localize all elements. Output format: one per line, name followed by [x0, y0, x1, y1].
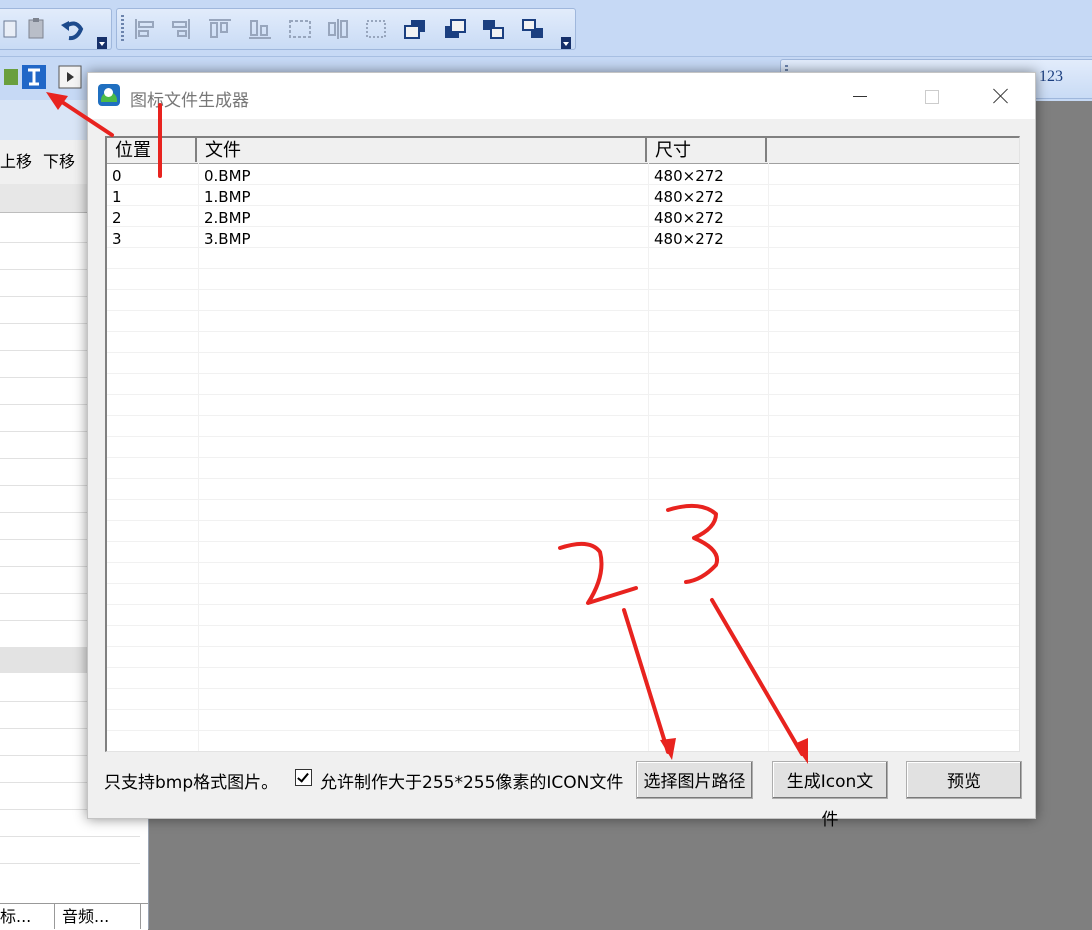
cell-position: 0: [112, 167, 122, 185]
cell-file: 1.BMP: [204, 188, 251, 206]
row-divider: [107, 310, 1019, 311]
list-row-divider: [0, 836, 140, 837]
row-divider: [107, 373, 1019, 374]
align-left-icon[interactable]: [133, 17, 159, 41]
align-bottom-icon[interactable]: [247, 17, 273, 41]
toolbar-row-1: [0, 0, 1092, 56]
file-list-view[interactable]: 位置 文件 尺寸 0 0.BMP 480×272 1 1.BMP 480×272…: [105, 136, 1020, 752]
allow-large-icon-checkbox[interactable]: [295, 769, 312, 786]
list-row-divider: [0, 863, 140, 864]
cell-size: 480×272: [654, 188, 724, 206]
row-divider: [107, 478, 1019, 479]
dialog-title: 图标文件生成器: [130, 91, 249, 111]
center-horizontal-icon[interactable]: [287, 17, 313, 41]
toolbar-group-edit: [0, 8, 112, 50]
column-header-file[interactable]: 文件: [197, 138, 647, 162]
bring-to-front-icon[interactable]: [403, 17, 429, 41]
toolbar-overflow-icon[interactable]: [561, 37, 571, 49]
cell-position: 3: [112, 230, 122, 248]
toolbar-group-align: [116, 8, 576, 50]
cell-file: 3.BMP: [204, 230, 251, 248]
cell-size: 480×272: [654, 209, 724, 227]
clipboard-icon[interactable]: [1, 17, 27, 41]
play-icon[interactable]: [58, 65, 84, 89]
tab-audio[interactable]: 音频...: [62, 904, 141, 929]
grid-icon[interactable]: [2, 65, 20, 89]
row-divider: [107, 520, 1019, 521]
dialog-titlebar[interactable]: 图标文件生成器: [88, 73, 1035, 119]
generate-icon-file-button[interactable]: 生成Icon文件: [772, 761, 888, 830]
row-divider: [107, 268, 1019, 269]
row-divider: [107, 646, 1019, 647]
row-divider: [107, 667, 1019, 668]
row-divider: [107, 457, 1019, 458]
maximize-icon[interactable]: [897, 73, 965, 119]
row-divider: [107, 583, 1019, 584]
paste-icon[interactable]: [25, 17, 51, 41]
tab-icon-list[interactable]: 标...: [0, 904, 55, 929]
row-divider: [107, 604, 1019, 605]
row-divider: [107, 436, 1019, 437]
row-divider: [107, 289, 1019, 290]
toolbar-123-label[interactable]: 123: [1039, 68, 1063, 86]
center-vertical-icon[interactable]: [325, 17, 351, 41]
text-tool-icon[interactable]: [22, 65, 48, 89]
row-divider: [107, 499, 1019, 500]
row-divider: [107, 709, 1019, 710]
row-divider: [107, 352, 1019, 353]
move-up-button[interactable]: 上移: [0, 148, 32, 172]
preview-button[interactable]: 预览: [906, 761, 1022, 799]
table-row[interactable]: 0 0.BMP 480×272: [107, 165, 1019, 186]
toolbar-overflow-icon[interactable]: [97, 37, 107, 49]
row-divider: [107, 688, 1019, 689]
undo-icon[interactable]: [59, 17, 85, 41]
column-header-size[interactable]: 尺寸: [647, 138, 767, 162]
list-header: 位置 文件 尺寸: [107, 138, 1019, 164]
cell-position: 1: [112, 188, 122, 206]
row-divider: [107, 730, 1019, 731]
send-to-back-icon[interactable]: [443, 17, 469, 41]
row-divider: [107, 541, 1019, 542]
left-panel-tabs: 标... 音频...: [0, 903, 148, 930]
cell-size: 480×272: [654, 230, 724, 248]
table-row[interactable]: 2 2.BMP 480×272: [107, 207, 1019, 228]
select-image-path-button[interactable]: 选择图片路径: [636, 761, 753, 799]
bring-forward-icon[interactable]: [481, 17, 507, 41]
row-divider: [107, 331, 1019, 332]
cell-file: 2.BMP: [204, 209, 251, 227]
cell-size: 480×272: [654, 167, 724, 185]
close-icon[interactable]: [967, 73, 1035, 119]
distribute-icon[interactable]: [363, 17, 389, 41]
icon-generator-dialog: 图标文件生成器 位置 文件 尺寸 0 0.BMP 480×272 1 1.BMP…: [87, 72, 1036, 830]
allow-large-icon-label[interactable]: 允许制作大于255*255像素的ICON文件: [320, 768, 623, 793]
align-top-icon[interactable]: [207, 17, 233, 41]
table-row[interactable]: 3 3.BMP 480×272: [107, 228, 1019, 249]
minimize-icon[interactable]: [827, 73, 895, 119]
row-divider: [107, 625, 1019, 626]
row-divider: [107, 562, 1019, 563]
align-right-icon[interactable]: [167, 17, 193, 41]
toolbar-grip[interactable]: [121, 15, 124, 43]
cell-file: 0.BMP: [204, 167, 251, 185]
column-header-position[interactable]: 位置: [107, 138, 197, 162]
row-divider: [107, 415, 1019, 416]
cell-position: 2: [112, 209, 122, 227]
app-logo-icon: [98, 84, 120, 106]
table-row[interactable]: 1 1.BMP 480×272: [107, 186, 1019, 207]
support-note: 只支持bmp格式图片。: [104, 773, 279, 793]
move-down-button[interactable]: 下移: [43, 148, 75, 172]
send-backward-icon[interactable]: [521, 17, 547, 41]
row-divider: [107, 394, 1019, 395]
